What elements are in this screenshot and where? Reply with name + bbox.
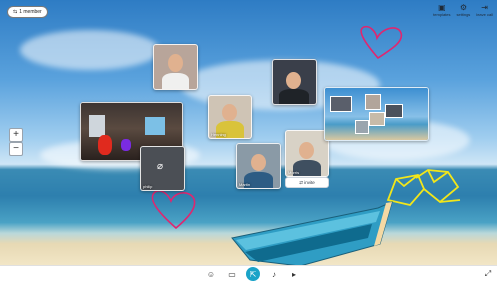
room-window bbox=[145, 117, 165, 135]
invite-button[interactable]: ⇄ invite bbox=[285, 177, 329, 188]
invite-icon: ⇄ bbox=[299, 180, 303, 185]
microphone-button[interactable]: ♪ bbox=[268, 268, 280, 280]
camera-button[interactable]: ▸ bbox=[288, 268, 300, 280]
share-icon: ⇱ bbox=[249, 269, 257, 279]
participant-name: Martin bbox=[239, 182, 251, 187]
pink-heart-drawing bbox=[360, 25, 403, 60]
bottom-toolbar: ☺ ▭ ⇱ ♪ ▸ ⤢ bbox=[0, 265, 497, 283]
avatar bbox=[286, 72, 301, 89]
avatar bbox=[222, 104, 237, 121]
avatar bbox=[162, 73, 189, 89]
chat-icon: ▭ bbox=[228, 269, 236, 279]
participant-name: Henning bbox=[211, 132, 226, 137]
participant-tile[interactable] bbox=[272, 59, 317, 105]
boat bbox=[231, 201, 393, 265]
avatar bbox=[251, 154, 266, 171]
avatar bbox=[168, 54, 183, 72]
purple-avatar bbox=[121, 139, 131, 151]
participant-tile[interactable]: Morris bbox=[285, 130, 329, 177]
reactions-button[interactable]: ☺ bbox=[205, 268, 217, 280]
whiteboard-canvas[interactable]: ⇆ 1 member ▣ templates ⚙ settings ⇥ leav… bbox=[0, 0, 497, 265]
participant-tile[interactable]: Henning bbox=[208, 95, 252, 139]
thumbnail bbox=[369, 112, 385, 126]
room-window bbox=[89, 115, 105, 137]
emoji-icon: ☺ bbox=[206, 269, 216, 279]
screen-share-button[interactable]: ⇱ bbox=[246, 267, 260, 281]
camera-off-icon: ⌀ bbox=[157, 161, 164, 172]
chat-button[interactable]: ▭ bbox=[226, 268, 238, 280]
thumbnail bbox=[365, 94, 381, 110]
participant-tile[interactable]: Martin bbox=[236, 143, 281, 189]
participant-name: philip bbox=[143, 184, 153, 189]
participant-tile[interactable]: ⌀ philip bbox=[140, 146, 185, 191]
fullscreen-icon: ⤢ bbox=[484, 269, 492, 278]
screen-share-tile[interactable] bbox=[324, 87, 429, 141]
avatar bbox=[299, 142, 314, 159]
thumbnail bbox=[385, 104, 403, 118]
thumbnail bbox=[330, 96, 352, 112]
pink-heart-drawing bbox=[151, 189, 196, 230]
invite-label: invite bbox=[304, 180, 315, 185]
participant-name: Morris bbox=[288, 170, 300, 175]
camera-icon: ▸ bbox=[291, 269, 296, 279]
thumbnail bbox=[355, 120, 369, 134]
fullscreen-button[interactable]: ⤢ bbox=[482, 268, 494, 280]
avatar bbox=[279, 89, 309, 104]
microphone-icon: ♪ bbox=[272, 269, 276, 279]
red-avatar bbox=[98, 135, 112, 155]
participant-tile[interactable] bbox=[153, 44, 198, 90]
yellow-boat-drawing bbox=[386, 169, 461, 206]
